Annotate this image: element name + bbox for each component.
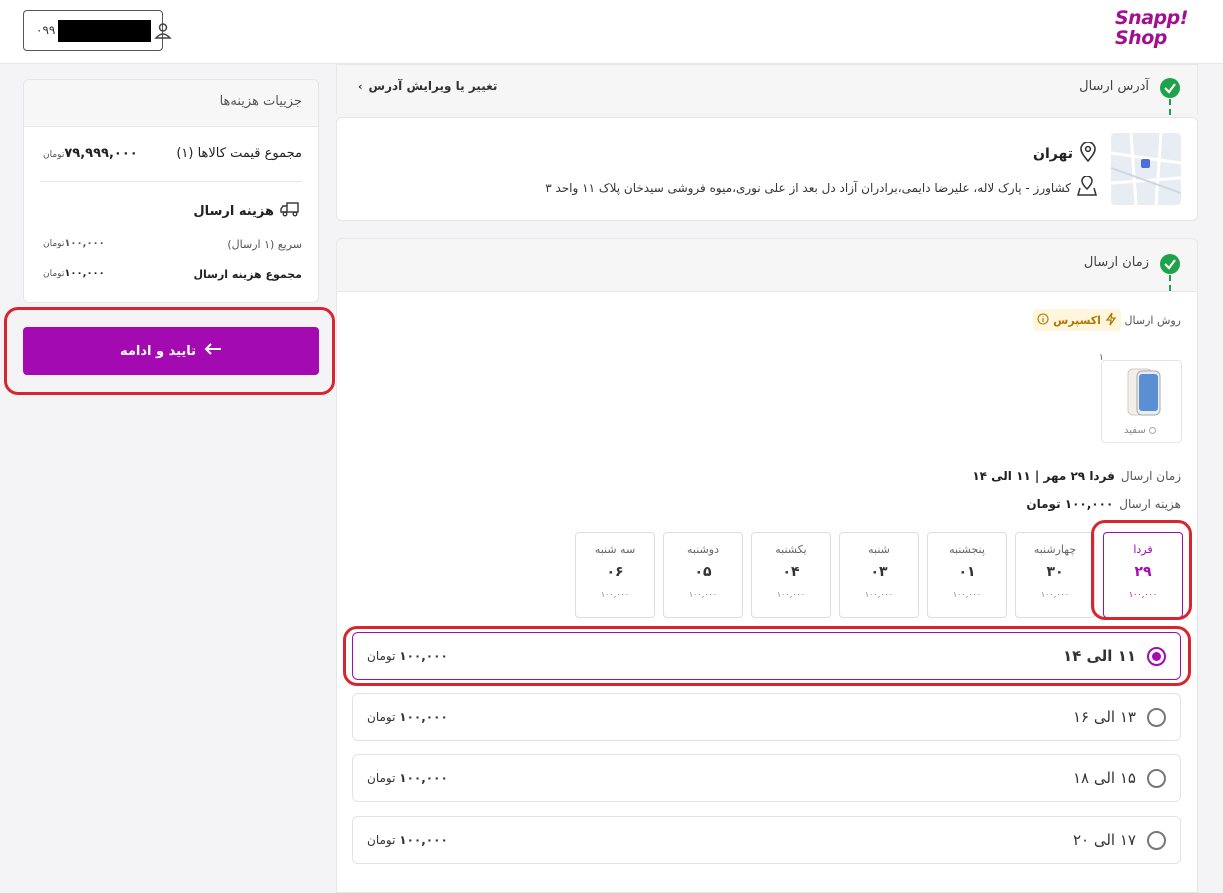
radio-unselected[interactable]: [1147, 831, 1166, 850]
address-check-icon: [1160, 78, 1180, 98]
slot-currency: تومان: [367, 771, 396, 785]
day-price: ۱۰۰,۰۰۰: [776, 590, 806, 599]
express-label: اکسپرس: [1053, 313, 1101, 327]
day-card-1[interactable]: چهارشنبه ۳۰ ۱۰۰,۰۰۰: [1015, 532, 1095, 618]
delivery-step-line: [1169, 275, 1171, 291]
fast-currency: تومان: [43, 239, 65, 249]
delivery-cost-info: هزینه ارسال ۱۰۰,۰۰۰ تومان: [1026, 497, 1181, 511]
fast-shipping-label: سریع (۱ ارسال): [227, 238, 302, 251]
address-step-line: [1169, 99, 1171, 115]
radio-unselected[interactable]: [1147, 708, 1166, 727]
slot-label: ۱۵ الی ۱۸: [1072, 769, 1136, 787]
address-city: تهران: [1033, 146, 1073, 162]
change-address-link[interactable]: ‹ تغییر یا ویرایش آدرس: [358, 79, 497, 93]
chevron-left-icon: ‹: [358, 79, 363, 93]
day-price: ۱۰۰,۰۰۰: [1040, 590, 1070, 599]
delivery-method-label: روش ارسال: [1124, 314, 1181, 327]
day-card-6[interactable]: سه شنبه ۰۶ ۱۰۰,۰۰۰: [575, 532, 655, 618]
radio-unselected[interactable]: [1147, 769, 1166, 788]
items-total-value: ۷۹,۹۹۹,۰۰۰: [64, 146, 138, 161]
slot-currency: تومان: [367, 710, 396, 724]
delivery-check-icon: [1160, 254, 1180, 274]
day-card-3[interactable]: شنبه ۰۳ ۱۰۰,۰۰۰: [839, 532, 919, 618]
delivery-cost-label: هزینه ارسال: [1119, 497, 1181, 511]
shipping-total-label: مجموع هزینه ارسال: [193, 268, 302, 281]
day-date: ۰۵: [694, 564, 712, 580]
day-card-2[interactable]: پنجشنبه ۰۱ ۱۰۰,۰۰۰: [927, 532, 1007, 618]
shipping-total-value: ۱۰۰,۰۰۰: [64, 268, 105, 279]
slot-label: ۱۷ الی ۲۰: [1072, 831, 1136, 849]
address-section-title: آدرس ارسال: [1079, 79, 1149, 94]
address-map-thumbnail[interactable]: [1111, 133, 1181, 205]
delivery-time-label: زمان ارسال: [1120, 469, 1181, 483]
cost-summary-panel: جزییات هزینه‌ها مجموع قیمت کالاها (۱) ۷۹…: [23, 79, 319, 303]
day-price: ۱۰۰,۰۰۰: [688, 590, 718, 599]
day-name: یکشنبه: [775, 543, 807, 556]
day-date: ۰۱: [958, 564, 976, 580]
summary-divider: [40, 181, 302, 182]
day-name: پنجشنبه: [949, 543, 985, 556]
slot-label: ۱۳ الی ۱۶: [1072, 708, 1136, 726]
delivery-section-title: زمان ارسال: [1083, 255, 1149, 270]
info-icon[interactable]: [1037, 312, 1049, 328]
logo-line-2: Shop: [1115, 27, 1167, 49]
fast-shipping-value: ۱۰۰,۰۰۰: [64, 238, 105, 249]
day-price: ۱۰۰,۰۰۰: [600, 590, 630, 599]
day-date: ۰۴: [782, 564, 800, 580]
address-city-row: تهران: [1033, 141, 1097, 166]
day-name: چهارشنبه: [1033, 543, 1077, 556]
day-date: ۰۶: [606, 564, 624, 580]
location-pin-icon: [1079, 141, 1097, 166]
day-name: سه شنبه: [594, 543, 636, 556]
time-slot-2[interactable]: ۱۵ الی ۱۸ ۱۰۰,۰۰۰ تومان: [352, 754, 1181, 802]
change-address-label: تغییر یا ویرایش آدرس: [368, 79, 498, 93]
day-price: ۱۰۰,۰۰۰: [864, 590, 894, 599]
shipping-total-currency: تومان: [43, 269, 65, 279]
logo-line-1: Snapp!: [1115, 7, 1188, 29]
address-full-text: کشاورز - پارک لاله، علیرضا دایمی،برادران…: [545, 181, 1071, 195]
phone-number: ۰۹۹: [36, 23, 56, 37]
top-header: Snapp! Shop ۰۹۹: [0, 0, 1223, 64]
product-quantity: ۱: [1099, 353, 1104, 363]
map-marker-icon: [1077, 175, 1097, 200]
delivery-cost-value: ۱۰۰,۰۰۰ تومان: [1026, 497, 1114, 511]
day-date: ۳۰: [1046, 564, 1064, 580]
address-detail-row: کشاورز - پارک لاله، علیرضا دایمی،برادران…: [545, 175, 1097, 200]
annotation-day-outline: [1091, 520, 1192, 620]
delivery-time-value: فردا ۲۹ مهر | ۱۱ الی ۱۴: [972, 469, 1115, 483]
annotation-slot-outline: [343, 626, 1191, 686]
slot-price: ۱۰۰,۰۰۰: [399, 710, 448, 724]
delivery-time-header: [336, 238, 1198, 292]
day-card-5[interactable]: دوشنبه ۰۵ ۱۰۰,۰۰۰: [663, 532, 743, 618]
truck-icon: [280, 201, 302, 221]
annotation-button-outline: [4, 307, 335, 395]
day-name: دوشنبه: [687, 543, 719, 556]
day-card-4[interactable]: یکشنبه ۰۴ ۱۰۰,۰۰۰: [751, 532, 831, 618]
day-date: ۰۳: [870, 564, 888, 580]
shipping-title: هزینه ارسال: [193, 203, 274, 219]
summary-title: جزییات هزینه‌ها: [219, 94, 302, 109]
product-thumbnail[interactable]: سفید: [1101, 360, 1182, 443]
slot-price: ۱۰۰,۰۰۰: [399, 771, 448, 785]
iphone-image: [1127, 368, 1161, 416]
user-account-button[interactable]: ۰۹۹: [23, 10, 172, 51]
slot-currency: تومان: [367, 833, 396, 847]
delivery-time-info: زمان ارسال فردا ۲۹ مهر | ۱۱ الی ۱۴: [972, 469, 1181, 483]
day-name: شنبه: [868, 543, 890, 556]
day-price: ۱۰۰,۰۰۰: [952, 590, 982, 599]
phone-redaction: [58, 20, 151, 42]
user-icon: [153, 21, 173, 41]
time-slot-1[interactable]: ۱۳ الی ۱۶ ۱۰۰,۰۰۰ تومان: [352, 693, 1181, 741]
color-dot-icon: [1148, 427, 1156, 434]
slot-price: ۱۰۰,۰۰۰: [399, 833, 448, 847]
address-card: [336, 117, 1198, 221]
lightning-icon: [1105, 312, 1117, 329]
time-slot-3[interactable]: ۱۷ الی ۲۰ ۱۰۰,۰۰۰ تومان: [352, 816, 1181, 864]
items-total-label: مجموع قیمت کالاها (۱): [176, 146, 302, 161]
product-color: سفید: [1124, 425, 1146, 436]
express-badge: اکسپرس: [1033, 309, 1121, 331]
items-currency: تومان: [43, 150, 65, 160]
summary-header: جزییات هزینه‌ها: [24, 80, 318, 127]
snapp-shop-logo[interactable]: Snapp! Shop: [1115, 8, 1195, 48]
